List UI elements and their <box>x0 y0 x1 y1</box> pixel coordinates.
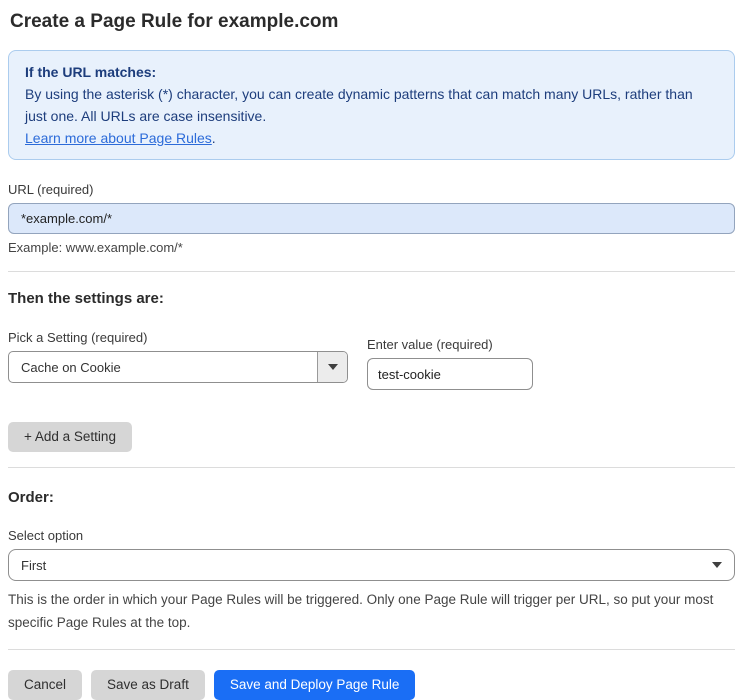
divider <box>8 649 735 650</box>
value-label: Enter value (required) <box>367 337 493 352</box>
setting-value-input[interactable] <box>367 358 533 390</box>
order-select-value: First <box>21 557 47 573</box>
setting-select[interactable]: Cache on Cookie <box>8 351 348 383</box>
info-box-link-line: Learn more about Page Rules. <box>25 127 718 149</box>
setting-column: Pick a Setting (required) Cache on Cooki… <box>8 330 348 383</box>
order-help-text: This is the order in which your Page Rul… <box>8 592 714 630</box>
settings-row: Pick a Setting (required) Cache on Cooki… <box>8 330 735 390</box>
info-box-heading: If the URL matches: <box>25 64 157 80</box>
setting-select-value: Cache on Cookie <box>21 359 121 375</box>
setting-label: Pick a Setting (required) <box>8 330 148 345</box>
settings-heading: Then the settings are: <box>8 290 164 307</box>
caret-down-icon <box>712 562 722 568</box>
cancel-button[interactable]: Cancel <box>8 670 83 700</box>
info-box-body: By using the asterisk (*) character, you… <box>25 86 693 124</box>
add-setting-button[interactable]: + Add a Setting <box>8 422 132 452</box>
learn-more-link[interactable]: Learn more about Page Rules <box>25 130 212 146</box>
save-draft-button[interactable]: Save as Draft <box>91 670 205 700</box>
order-heading: Order: <box>8 489 54 506</box>
value-column: Enter value (required) <box>367 337 533 390</box>
url-input[interactable] <box>8 203 735 234</box>
save-deploy-button[interactable]: Save and Deploy Page Rule <box>213 670 416 700</box>
page-title: Create a Page Rule for example.com <box>10 11 339 32</box>
page-rule-form: Create a Page Rule for example.com If th… <box>0 0 750 700</box>
order-select-label: Select option <box>8 528 84 543</box>
url-match-info-box: If the URL matches: By using the asteris… <box>8 50 735 160</box>
caret-down-icon <box>327 364 338 370</box>
url-helper-text: Example: www.example.com/* <box>8 240 183 255</box>
order-select[interactable]: First <box>8 549 735 581</box>
divider <box>8 271 735 272</box>
url-label: URL (required) <box>8 182 94 197</box>
setting-select-arrow-box[interactable] <box>317 352 347 382</box>
link-suffix: . <box>211 130 216 146</box>
form-actions: Cancel Save as Draft Save and Deploy Pag… <box>8 670 735 700</box>
divider <box>8 467 735 468</box>
